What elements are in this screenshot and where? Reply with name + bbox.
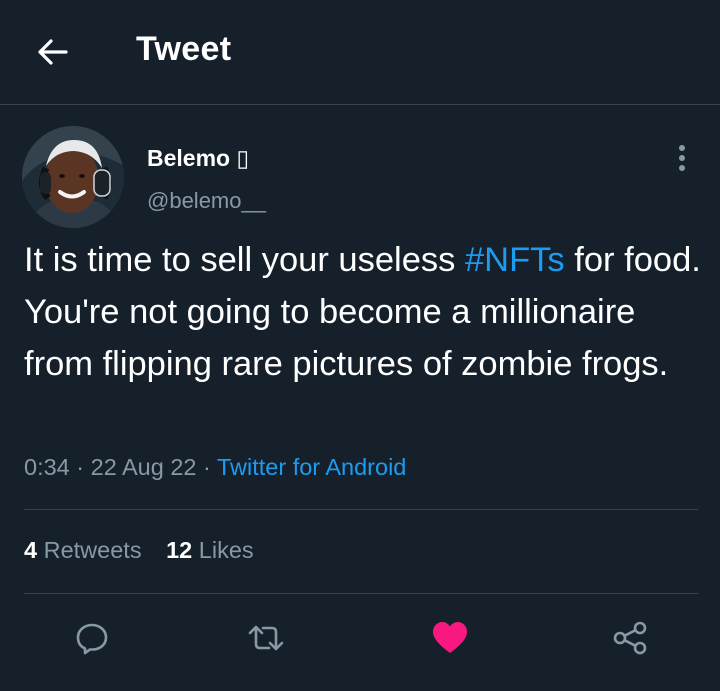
page-title: Tweet (136, 30, 232, 68)
retweet-icon (248, 625, 284, 651)
reply-icon (76, 623, 108, 655)
author-handle[interactable]: @belemo__ (147, 188, 266, 214)
tweet-text: It is time to sell your useless #NFTs fo… (24, 234, 704, 390)
retweets-label: Retweets (43, 537, 142, 563)
divider (24, 593, 698, 594)
hashtag-link[interactable]: #NFTs (465, 241, 565, 279)
likes-count: 12 (166, 537, 193, 563)
top-bar: Tweet (0, 0, 720, 105)
share-button[interactable] (608, 616, 652, 660)
retweets-count: 4 (24, 537, 38, 563)
heart-icon (433, 622, 467, 653)
reply-button[interactable] (70, 616, 114, 660)
tweet-text-part: It is time to sell your useless (24, 241, 465, 279)
name-badge: ▯ (236, 145, 250, 171)
author-name[interactable]: Belemo ▯ (147, 145, 249, 172)
share-icon (613, 621, 647, 655)
more-options-button[interactable] (664, 140, 700, 176)
divider (24, 509, 698, 510)
likes-label: Likes (198, 537, 254, 563)
meta-separator: · (69, 454, 91, 480)
more-vertical-icon (679, 145, 685, 171)
meta-separator: · (196, 454, 217, 480)
back-button[interactable] (32, 32, 72, 72)
likes-stat[interactable]: 12 Likes (166, 537, 254, 563)
author-name-text: Belemo (147, 145, 231, 171)
avatar[interactable] (22, 126, 124, 228)
retweet-button[interactable] (244, 616, 288, 660)
like-button[interactable] (428, 616, 472, 660)
tweet-stats: 4 Retweets 12 Likes (24, 537, 254, 564)
tweet-source-link[interactable]: Twitter for Android (217, 454, 406, 480)
profile-photo (22, 126, 124, 228)
arrow-left-icon (38, 39, 68, 65)
tweet-date: 22 Aug 22 (90, 454, 197, 480)
tweet-time: 0:34 (24, 454, 70, 480)
retweets-stat[interactable]: 4 Retweets (24, 537, 142, 563)
tweet-meta: 0:34 · 22 Aug 22 · Twitter for Android (24, 454, 406, 481)
